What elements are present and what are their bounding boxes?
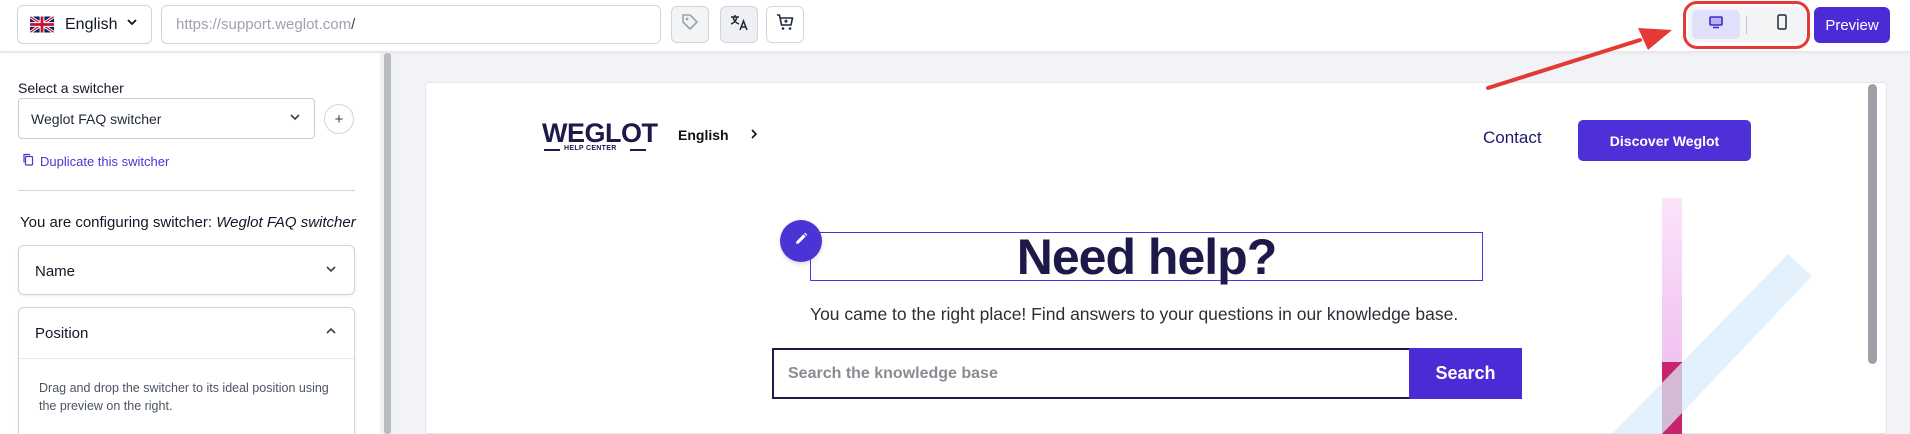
hero-title: Need help? [1016, 228, 1277, 285]
configuring-switcher-text: You are configuring switcher: Weglot FAQ… [20, 214, 356, 231]
kb-search-button[interactable]: Search [1409, 348, 1522, 399]
contact-link[interactable]: Contact [1483, 128, 1542, 148]
weglot-logo[interactable]: WEGLOT HELP CENTER [542, 118, 658, 156]
add-switcher-button[interactable]: + [324, 104, 354, 134]
tag-icon [680, 12, 700, 37]
language-label: English [65, 15, 118, 33]
knowledge-base-search: Search the knowledge base [772, 348, 1409, 399]
config-switcher-name: Weglot FAQ switcher [216, 214, 356, 231]
hero-title-editable[interactable]: Need help? [810, 228, 1483, 285]
cart-icon [775, 12, 795, 37]
tag-button[interactable] [671, 6, 709, 43]
chevron-down-icon [324, 262, 338, 280]
preview-scrollbar[interactable] [1868, 84, 1877, 364]
url-input[interactable]: https://support.weglot.com / [161, 5, 661, 44]
switcher-select-value: Weglot FAQ switcher [31, 110, 162, 127]
discover-weglot-button[interactable]: Discover Weglot [1578, 120, 1751, 161]
mobile-view-button[interactable] [1758, 10, 1806, 39]
name-accordion-title: Name [35, 262, 76, 280]
site-language-label: English [678, 127, 729, 143]
desktop-icon [1708, 15, 1724, 34]
desktop-view-button[interactable] [1692, 10, 1740, 39]
switcher-settings-panel: Select a switcher Weglot FAQ switcher + … [0, 53, 380, 434]
name-accordion-header[interactable]: Name [19, 246, 354, 296]
position-help-text: Drag and drop the switcher to its ideal … [19, 358, 354, 434]
logo-subtitle: HELP CENTER [564, 145, 617, 152]
name-accordion: Name [18, 245, 355, 295]
panel-scrollbar[interactable] [384, 53, 391, 434]
device-separator [1745, 15, 1747, 34]
preview-button[interactable]: Preview [1814, 7, 1890, 43]
chevron-down-icon [125, 15, 139, 34]
chevron-up-icon [324, 324, 338, 342]
url-path: / [351, 16, 356, 33]
logo-rule-right [630, 149, 646, 151]
decorative-block [1662, 362, 1682, 434]
position-accordion: Position Drag and drop the switcher to i… [18, 307, 355, 434]
pencil-icon [793, 231, 809, 252]
chevron-right-icon [729, 127, 759, 143]
top-toolbar: English https://support.weglot.com / Pre… [0, 0, 1910, 52]
hero-subtitle: You came to the right place! Find answer… [810, 304, 1459, 324]
logo-rule-left [544, 149, 560, 151]
uk-flag-icon [30, 16, 54, 33]
divider [18, 190, 355, 191]
select-switcher-label: Select a switcher [18, 80, 124, 96]
kb-search-input[interactable]: Search the knowledge base [772, 348, 1409, 399]
duplicate-switcher-link[interactable]: Duplicate this switcher [22, 153, 169, 169]
site-language-switcher[interactable]: English [678, 127, 759, 143]
chevron-down-icon [288, 110, 302, 127]
translate-button[interactable] [720, 6, 758, 43]
mobile-icon [1776, 14, 1788, 35]
position-accordion-header[interactable]: Position [19, 308, 354, 358]
switcher-select[interactable]: Weglot FAQ switcher [18, 98, 315, 139]
duplicate-switcher-label: Duplicate this switcher [40, 153, 170, 169]
position-accordion-title: Position [35, 324, 89, 342]
config-prefix: You are configuring switcher: [20, 214, 213, 231]
cart-button[interactable] [766, 6, 804, 43]
device-toggle [1688, 7, 1806, 42]
plus-icon: + [334, 110, 344, 128]
language-select[interactable]: English [17, 5, 152, 44]
url-host: https://support.weglot.com [176, 16, 352, 33]
copy-icon [22, 153, 40, 169]
translate-icon [729, 12, 749, 37]
